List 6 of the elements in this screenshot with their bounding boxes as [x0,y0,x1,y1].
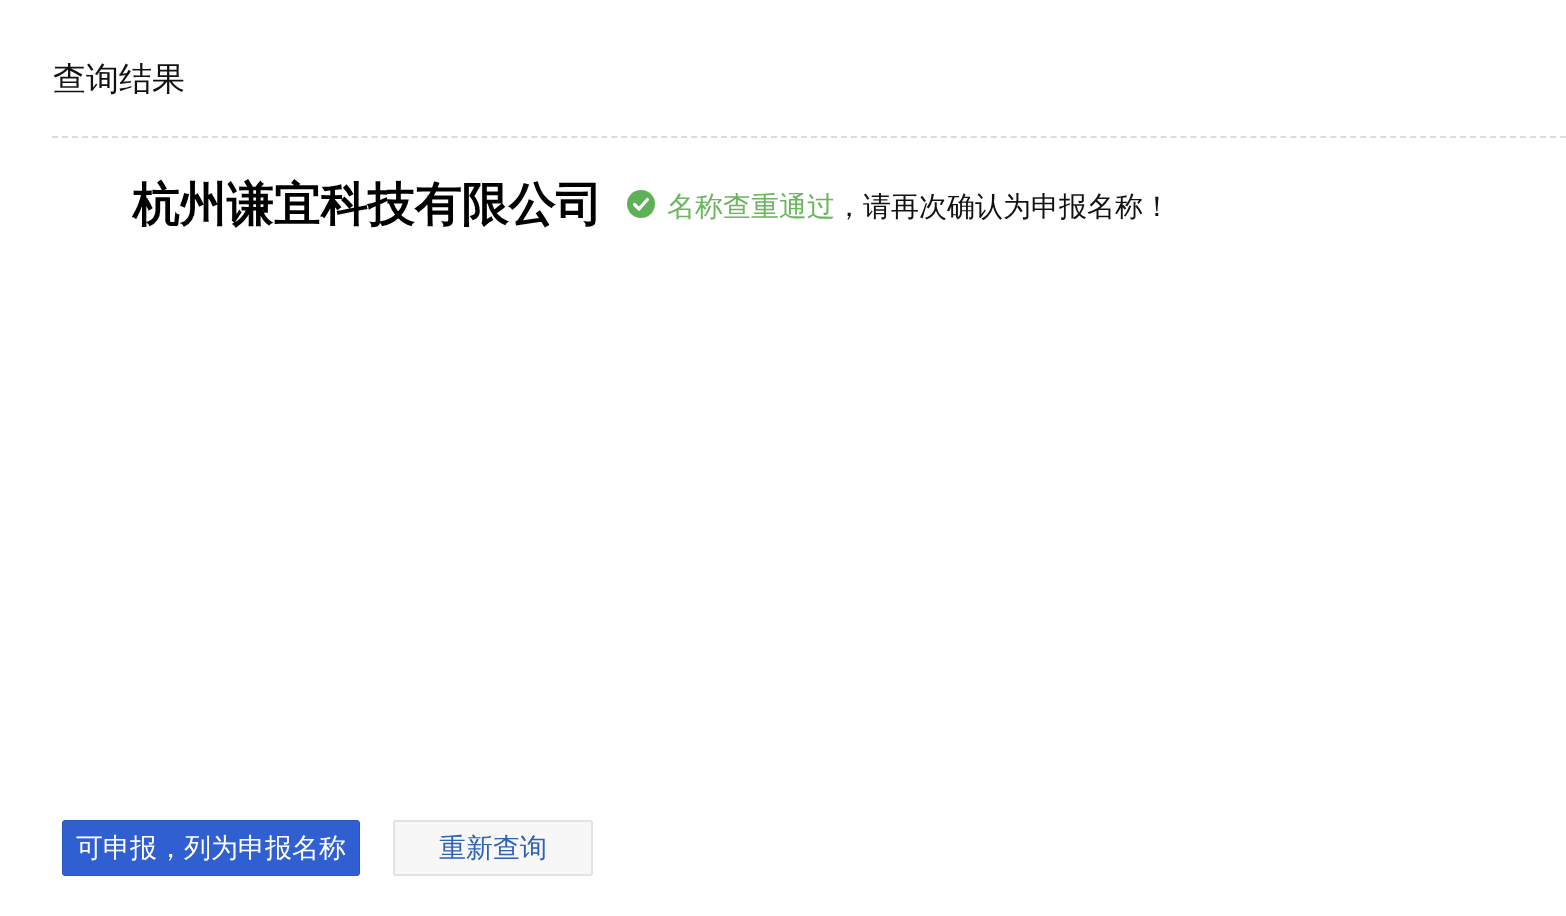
result-message: 名称查重通过，请再次确认为申报名称！ [667,190,1171,224]
company-name: 杭州谦宜科技有限公司 [133,176,603,232]
requery-button[interactable]: 重新查询 [393,820,593,876]
check-circle-icon [627,190,655,218]
declare-button[interactable]: 可申报，列为申报名称 [62,820,360,876]
section-heading: 查询结果 [53,59,185,99]
